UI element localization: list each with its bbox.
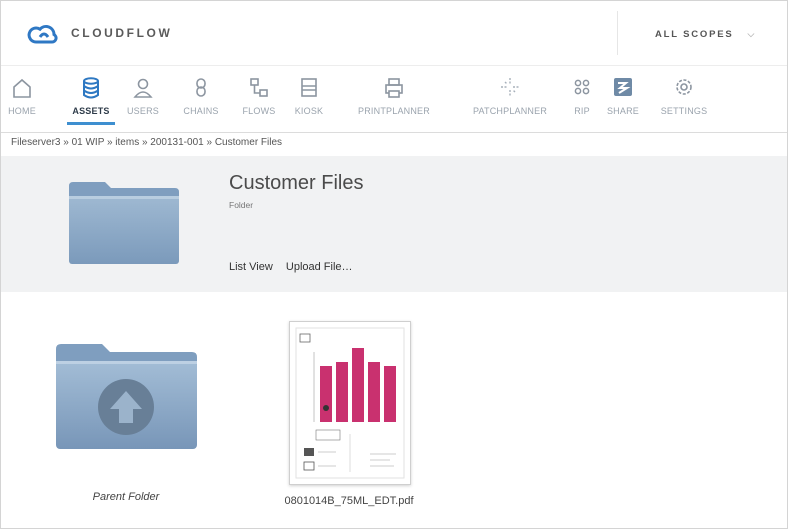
chevron-down-icon: ⌵ [747, 29, 757, 39]
pdf-thumbnail[interactable] [289, 321, 411, 485]
nav-item-home[interactable]: HOME [1, 76, 43, 126]
printer-icon [385, 78, 403, 98]
parent-folder-tile[interactable]: Parent Folder [41, 341, 211, 503]
nav-label: USERS [126, 106, 159, 116]
nav-label: SHARE [606, 106, 639, 116]
chain-icon [196, 78, 206, 97]
nav-label: CHAINS [183, 106, 219, 116]
nav-label: PRINTPLANNER [358, 106, 430, 116]
home-icon [13, 78, 31, 98]
nav-label: FLOWS [242, 106, 276, 116]
cloudflow-logo-icon [27, 25, 58, 44]
folder-icon [69, 182, 179, 264]
nav-item-chains[interactable]: CHAINS [173, 76, 229, 126]
folder-actions: List View Upload File… [229, 261, 363, 273]
nav-label: SETTINGS [660, 106, 708, 116]
scope-selector[interactable]: ALL SCOPES ⌵ [655, 29, 756, 40]
rip-icon [574, 79, 590, 95]
nav-item-assets[interactable]: ASSETS [63, 76, 119, 126]
upload-file-link[interactable]: Upload File… [286, 261, 353, 273]
item-type: Folder [229, 200, 254, 210]
page-title: Customer Files [229, 172, 364, 194]
nav-item-patchplanner[interactable]: PATCHPLANNER [453, 76, 567, 126]
breadcrumb[interactable]: Fileserver3 » 01 WIP » items » 200131-00… [11, 137, 282, 148]
nav-item-printplanner[interactable]: PRINTPLANNER [335, 76, 453, 126]
brand-name: CLOUDFLOW [71, 26, 173, 40]
file-name: 0801014B_75ML_EDT.pdf [284, 495, 414, 507]
nav-item-users[interactable]: USERS [119, 76, 167, 126]
logo[interactable]: CLOUDFLOW [27, 21, 172, 45]
top-bar: CLOUDFLOW ALL SCOPES ⌵ [1, 1, 787, 65]
nav-item-kiosk[interactable]: KIOSK [287, 76, 331, 126]
nav-item-settings[interactable]: SETTINGS [651, 76, 717, 126]
parent-folder-label: Parent Folder [92, 491, 160, 503]
nav-label: RIP [574, 106, 590, 116]
flows-icon [250, 78, 268, 97]
parent-folder-icon [56, 344, 197, 449]
app-window: CLOUDFLOW ALL SCOPES ⌵ HOME ASSETS USERS… [0, 0, 788, 529]
nav-label: PATCHPLANNER [472, 106, 548, 116]
nav-label: ASSETS [72, 106, 110, 116]
gear-icon [676, 79, 692, 95]
nav-label: HOME [8, 106, 36, 116]
pdf-preview-image [295, 327, 405, 479]
nav-label: KIOSK [294, 106, 324, 116]
kiosk-icon [301, 78, 317, 97]
share-icon [614, 78, 632, 96]
database-icon [83, 77, 99, 99]
nav-item-flows[interactable]: FLOWS [233, 76, 285, 126]
scope-label: ALL SCOPES [655, 29, 734, 40]
pdf-file-tile[interactable]: 0801014B_75ML_EDT.pdf [239, 495, 459, 507]
user-icon [133, 78, 153, 98]
active-tab-indicator [67, 122, 115, 125]
nav-item-rip[interactable]: RIP [567, 76, 597, 126]
list-view-link[interactable]: List View [229, 261, 273, 273]
patchplanner-icon [501, 78, 519, 96]
main-nav: HOME ASSETS USERS CHAINS FLOWS KIOSK PRI… [1, 65, 787, 133]
folder-header: Customer Files Folder List View Upload F… [1, 156, 787, 292]
nav-item-share[interactable]: SHARE [599, 76, 647, 126]
divider [617, 11, 618, 55]
